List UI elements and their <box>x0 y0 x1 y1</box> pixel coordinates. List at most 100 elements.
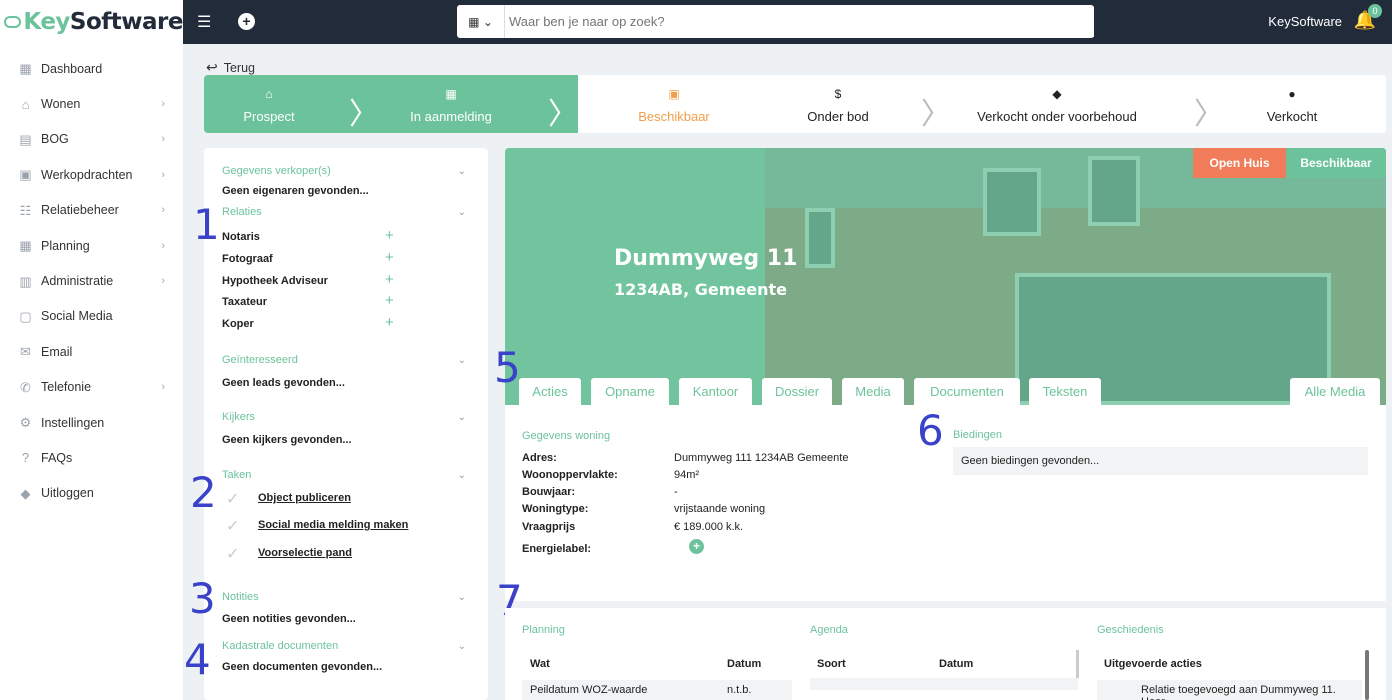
step-in-aanmelding[interactable]: ▦ In aanmelding <box>386 75 516 133</box>
section-header-kijkers[interactable]: Kijkers <box>222 411 255 423</box>
sidebar-item-werkopdrachten[interactable]: ▣ Werkopdrachten › <box>0 157 183 192</box>
home-icon: ⌂ <box>21 96 30 112</box>
menu-toggle-icon[interactable]: ☰ <box>197 12 211 32</box>
sidebar-item-bog[interactable]: ▤ BOG › <box>0 122 183 157</box>
chevron-down-icon[interactable]: ⌄ <box>458 641 466 652</box>
sidebar-item-label: FAQs <box>41 450 73 465</box>
add-energielabel-icon[interactable]: + <box>689 539 704 554</box>
tab-dossier[interactable]: Dossier <box>762 378 832 405</box>
sidebar-item-administratie[interactable]: ▥ Administratie › <box>0 263 183 298</box>
hero-overlay <box>505 148 1386 405</box>
section-header-relaties[interactable]: Relaties <box>222 206 262 218</box>
label-energielabel: Energielabel: <box>522 543 592 555</box>
agenda-table-header: Soort Datum <box>810 648 1078 680</box>
scrollbar[interactable] <box>1365 650 1369 700</box>
section-header-notities[interactable]: Notities <box>222 591 259 603</box>
sidebar-item-label: Instellingen <box>41 415 105 430</box>
search-category-dropdown[interactable]: ▦ ⌄ <box>457 5 505 38</box>
value-woningtype: vrijstaande woning <box>674 503 766 515</box>
step-verkocht-onder-voorbehoud[interactable]: ◆ Verkocht onder voorbehoud <box>962 75 1152 133</box>
value-woonoppervlakte: 94m² <box>674 469 700 481</box>
tab-opname[interactable]: Opname <box>591 378 669 405</box>
chevron-right-icon: › <box>161 239 165 252</box>
section-header-kadastrale[interactable]: Kadastrale documenten <box>222 640 338 652</box>
step-beschikbaar[interactable]: ▣ Beschikbaar <box>609 75 739 133</box>
sidebar-item-planning[interactable]: ▦ Planning › <box>0 228 183 263</box>
chevron-down-icon[interactable]: ⌄ <box>458 207 466 218</box>
sidebar-item-dashboard[interactable]: ▦ Dashboard <box>0 51 183 86</box>
check-icon[interactable]: ✓ <box>226 489 239 509</box>
task-voorselectie-pand[interactable]: Voorselectie pand <box>258 547 352 559</box>
step-prospect[interactable]: ⌂ Prospect <box>204 75 334 133</box>
tab-teksten[interactable]: Teksten <box>1029 378 1101 405</box>
list-icon: ▦ <box>445 87 457 101</box>
col-agenda-datum[interactable]: Datum <box>939 658 973 670</box>
sidebar-item-relatiebeheer[interactable]: ☷ Relatiebeheer › <box>0 193 183 228</box>
chevron-right-icon: › <box>161 381 165 394</box>
section-header-verkoper[interactable]: Gegevens verkoper(s) <box>222 165 331 177</box>
sidebar-item-faqs[interactable]: ? FAQs <box>0 440 183 475</box>
task-social-media-melding[interactable]: Social media melding maken <box>258 519 408 531</box>
add-koper-icon[interactable]: + <box>385 314 394 331</box>
label-bouwjaar: Bouwjaar: <box>522 486 576 498</box>
tab-kantoor[interactable]: Kantoor <box>679 378 752 405</box>
relation-taxateur: Taxateur <box>222 296 268 308</box>
add-notaris-icon[interactable]: + <box>385 227 394 244</box>
sidebar-item-wonen[interactable]: ⌂ Wonen › <box>0 86 183 121</box>
chevron-down-icon[interactable]: ⌄ <box>458 470 466 481</box>
logo[interactable]: KeySoftware <box>0 0 184 44</box>
bell-icon[interactable]: 🔔 0 <box>1354 4 1382 31</box>
step-verkocht[interactable]: ● Verkocht <box>1227 75 1357 133</box>
add-fotograaf-icon[interactable]: + <box>385 249 394 266</box>
annotation-number-2: 2 <box>190 468 217 517</box>
sidebar-item-telefonie[interactable]: ✆ Telefonie › <box>0 370 183 405</box>
section-header-geinteresseerd[interactable]: Geïnteresseerd <box>222 354 298 366</box>
dashboard-icon: ▦ <box>19 61 32 77</box>
col-uitgevoerde-acties[interactable]: Uitgevoerde acties <box>1104 658 1202 670</box>
chevron-down-icon[interactable]: ⌄ <box>458 355 466 366</box>
search-input[interactable] <box>505 6 1094 37</box>
logo-prefix: Key <box>23 9 70 35</box>
sidebar-item-label: Relatiebeheer <box>41 203 119 218</box>
col-soort[interactable]: Soort <box>817 658 846 670</box>
tab-acties[interactable]: Acties <box>519 378 581 405</box>
tab-documenten[interactable]: Documenten <box>914 378 1020 405</box>
sidebar-item-social-media[interactable]: ▢ Social Media <box>0 299 183 334</box>
user-name[interactable]: KeySoftware <box>1268 14 1342 29</box>
add-circle-icon[interactable]: + <box>238 13 255 30</box>
property-details: Gegevens woning Adres: Dummyweg 111 1234… <box>505 405 1386 601</box>
chevron-down-icon[interactable]: ⌄ <box>458 592 466 603</box>
sidebar-item-label: Email <box>41 344 73 359</box>
ledger-icon: ▥ <box>19 273 32 289</box>
table-row[interactable]: Peildatum WOZ-waarde n.t.b. <box>522 680 792 700</box>
chevron-down-icon[interactable]: ⌄ <box>458 166 466 177</box>
logo-suffix: Software <box>69 9 184 35</box>
agenda-divider <box>1076 650 1079 678</box>
add-taxateur-icon[interactable]: + <box>385 292 394 309</box>
open-huis-badge[interactable]: Open Huis <box>1193 148 1286 178</box>
back-link[interactable]: ↩ Terug <box>206 59 255 76</box>
table-row[interactable]: Relatie toegevoegd aan Dummyweg 11. Heer <box>1097 680 1362 700</box>
step-onder-bod[interactable]: $ Onder bod <box>773 75 903 133</box>
task-object-publiceren[interactable]: Object publiceren <box>258 492 351 504</box>
section-header-taken[interactable]: Taken <box>222 469 251 481</box>
sidebar-item-email[interactable]: ✉ Email <box>0 334 183 369</box>
sidebar-item-uitloggen[interactable]: ◆ Uitloggen <box>0 476 183 511</box>
geschiedenis-table-header: Uitgevoerde acties <box>1097 648 1362 680</box>
col-datum[interactable]: Datum <box>727 658 761 670</box>
calendar-check-icon: ▣ <box>668 87 680 101</box>
notities-empty: Geen notities gevonden... <box>222 613 356 625</box>
chevron-down-icon[interactable]: ⌄ <box>458 412 466 423</box>
step-separator-icon: 〉 <box>921 97 951 132</box>
add-hypotheek-adviseur-icon[interactable]: + <box>385 271 394 288</box>
sidebar: ▦ Dashboard ⌂ Wonen › ▤ BOG › ▣ Werkopdrachten › ☷ R… <box>0 44 183 700</box>
tab-alle-media[interactable]: Alle Media <box>1290 378 1380 405</box>
col-wat[interactable]: Wat <box>530 658 550 670</box>
check-icon[interactable]: ✓ <box>226 544 239 564</box>
sidebar-item-instellingen[interactable]: ⚙ Instellingen <box>0 405 183 440</box>
planning-table-header: Wat Datum <box>522 648 792 680</box>
check-icon[interactable]: ✓ <box>226 516 239 536</box>
tab-media[interactable]: Media <box>842 378 904 405</box>
left-panel: Gegevens verkoper(s) ⌄ Geen eigenaren ge… <box>204 148 488 700</box>
status-badge[interactable]: Beschikbaar <box>1286 148 1386 178</box>
